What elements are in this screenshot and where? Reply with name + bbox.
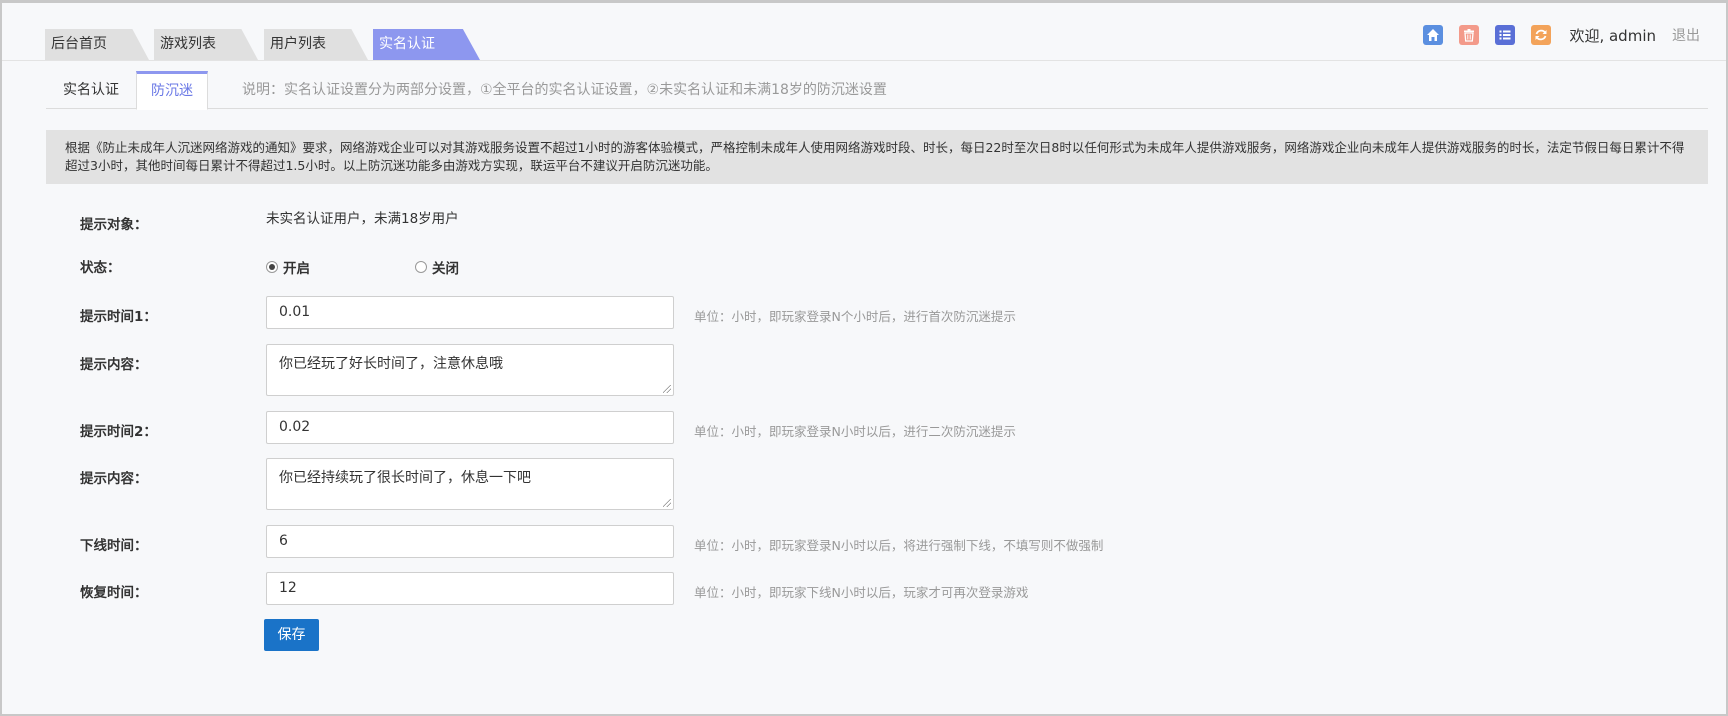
target-value: 未实名认证用户，未满18岁用户 [266, 211, 459, 227]
subtab-anti-addiction[interactable]: 防沉迷 [136, 71, 208, 110]
tab-realname-auth[interactable]: 实名认证 [373, 29, 480, 60]
content1-label: 提示内容： [80, 357, 148, 373]
logout-link[interactable]: 退出 [1672, 25, 1700, 45]
status-off-label: 关闭 [432, 261, 459, 277]
time1-hint: 单位：小时，即玩家登录N个小时后，进行首次防沉迷提示 [694, 309, 1016, 324]
resize-grip-icon[interactable] [663, 499, 671, 507]
list-icon[interactable] [1495, 25, 1516, 45]
welcome-text: 欢迎, admin [1569, 26, 1656, 45]
content2-textarea[interactable]: 你已经持续玩了很长时间了，休息一下吧 [266, 458, 674, 510]
resize-grip-icon[interactable] [663, 385, 671, 393]
time2-input[interactable]: 0.02 [266, 411, 674, 444]
status-label: 状态： [80, 260, 121, 276]
tab-user-list[interactable]: 用户列表 [264, 29, 368, 60]
content1-textarea[interactable]: 你已经玩了好长时间了，注意休息哦 [266, 344, 674, 396]
target-label: 提示对象： [80, 217, 148, 233]
recover-label: 恢复时间： [80, 585, 148, 601]
tab-label: 游戏列表 [160, 36, 216, 52]
time1-input[interactable]: 0.01 [266, 296, 674, 329]
status-off-radio[interactable]: 关闭 [415, 257, 459, 277]
status-on-radio[interactable]: 开启 [266, 257, 310, 277]
offline-label: 下线时间： [80, 538, 148, 554]
tab-label: 用户列表 [270, 36, 326, 52]
tab-home[interactable]: 后台首页 [45, 29, 149, 60]
offline-input[interactable]: 6 [266, 525, 674, 558]
sub-tabs: 实名认证 防沉迷 说明：实名认证设置分为两部分设置，①全平台的实名认证设置，②未… [46, 71, 1708, 110]
content2-value: 你已经持续玩了很长时间了，休息一下吧 [279, 470, 531, 486]
app-window: 后台首页 游戏列表 用户列表 实名认证 欢迎, admin 退出 实名认证 防沉… [0, 0, 1728, 716]
recover-hint: 单位：小时，即玩家下线N小时以后，玩家才可再次登录游戏 [694, 585, 1029, 600]
trash-icon[interactable] [1459, 25, 1480, 45]
tab-game-list[interactable]: 游戏列表 [154, 29, 258, 60]
refresh-icon[interactable] [1531, 25, 1552, 45]
content2-label: 提示内容： [80, 471, 148, 487]
content1-value: 你已经玩了好长时间了，注意休息哦 [279, 356, 503, 372]
tab-label: 实名认证 [379, 36, 435, 52]
subtab-realname[interactable]: 实名认证 [46, 71, 136, 109]
policy-notice: 根据《防止未成年人沉迷网络游戏的通知》要求，网络游戏企业可以对其游戏服务设置不超… [46, 130, 1708, 184]
time2-label: 提示时间2： [80, 424, 157, 440]
time1-label: 提示时间1： [80, 309, 157, 325]
radio-checked-icon [266, 261, 278, 273]
top-bar: 后台首页 游戏列表 用户列表 实名认证 欢迎, admin 退出 [2, 3, 1726, 61]
home-icon[interactable] [1423, 25, 1444, 45]
offline-hint: 单位：小时，即玩家登录N小时以后，将进行强制下线，不填写则不做强制 [694, 538, 1104, 553]
settings-description: 说明：实名认证设置分为两部分设置，①全平台的实名认证设置，②未实名认证和未满18… [242, 82, 887, 98]
status-on-label: 开启 [283, 261, 310, 277]
time2-hint: 单位：小时，即玩家登录N小时以后，进行二次防沉迷提示 [694, 424, 1016, 439]
save-button[interactable]: 保存 [264, 619, 319, 651]
recover-input[interactable]: 12 [266, 572, 674, 605]
top-right-toolbar: 欢迎, admin 退出 [1407, 23, 1700, 47]
tab-label: 后台首页 [51, 36, 107, 52]
radio-unchecked-icon [415, 261, 427, 273]
